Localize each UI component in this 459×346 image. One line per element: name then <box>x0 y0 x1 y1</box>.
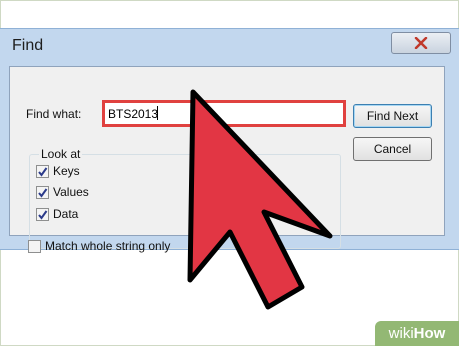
wikihow-logo: wiki How <box>375 321 459 346</box>
wikihow-suffix: How <box>413 325 446 342</box>
wikihow-prefix: wiki <box>388 325 414 342</box>
pointer-arrow-icon <box>187 89 333 310</box>
